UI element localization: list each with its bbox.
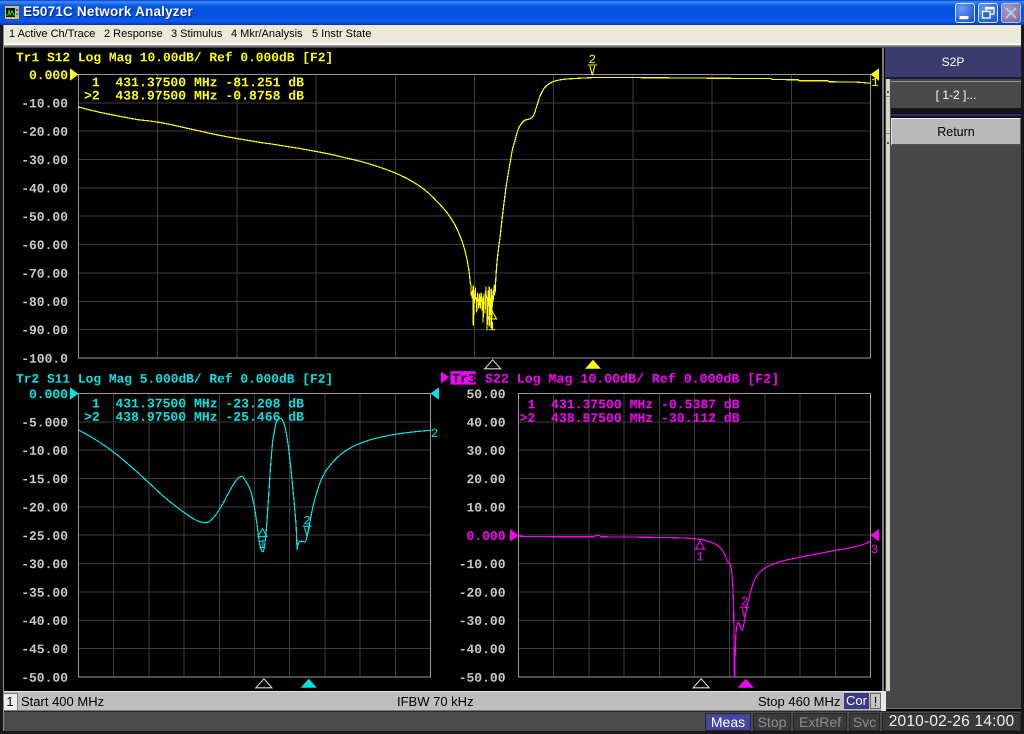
svg-text:2: 2: [431, 427, 439, 441]
svg-text:-45.00: -45.00: [21, 642, 68, 657]
svg-text:-20.00: -20.00: [21, 500, 68, 515]
svg-text:-50.00: -50.00: [21, 210, 68, 225]
svg-text:-25.00: -25.00: [21, 529, 68, 544]
svg-text:20.00: 20.00: [466, 472, 505, 487]
svg-text:-40.00: -40.00: [459, 642, 506, 657]
svg-text:-70.00: -70.00: [21, 267, 68, 282]
svg-text:50.00: 50.00: [466, 387, 505, 402]
svg-text:-20.00: -20.00: [459, 586, 506, 601]
svg-text:1: 1: [871, 76, 879, 90]
svg-text:1: 1: [696, 550, 704, 564]
svg-text:-5.000: -5.000: [21, 415, 68, 430]
svg-text:>2 438.97500 MHz -30.112 dB: >2 438.97500 MHz -30.112 dB: [520, 411, 740, 426]
svg-text:-50.00: -50.00: [21, 671, 68, 686]
svg-text:-40.00: -40.00: [21, 614, 68, 629]
svg-text:>2 438.97500 MHz -0.8758 dB: >2 438.97500 MHz -0.8758 dB: [84, 89, 304, 104]
svg-text:-30.00: -30.00: [21, 153, 68, 168]
svg-text:2: 2: [303, 514, 311, 528]
svg-text:-30.00: -30.00: [459, 614, 506, 629]
svg-text:0.000: 0.000: [466, 529, 505, 544]
svg-text:-10.00: -10.00: [459, 557, 506, 572]
svg-text:-100.0: -100.0: [21, 352, 68, 367]
svg-text:S22 Log Mag 10.00dB/ Ref 0.000: S22 Log Mag 10.00dB/ Ref 0.000dB [F2]: [477, 372, 779, 387]
svg-text:1: 1: [488, 320, 496, 334]
svg-text:-90.00: -90.00: [21, 323, 68, 338]
svg-text:-10.00: -10.00: [21, 96, 68, 111]
svg-text:0.000: 0.000: [29, 68, 68, 83]
svg-text:-15.00: -15.00: [21, 472, 68, 487]
svg-text:-10.00: -10.00: [21, 444, 68, 459]
svg-text:-50.00: -50.00: [459, 671, 506, 686]
svg-text:-35.00: -35.00: [21, 586, 68, 601]
svg-text:Tr3: Tr3: [452, 372, 476, 387]
svg-text:2: 2: [589, 53, 597, 67]
svg-text:10.00: 10.00: [466, 500, 505, 515]
svg-text:-30.00: -30.00: [21, 557, 68, 572]
svg-text:Tr2 S11 Log Mag 5.000dB/ Ref 0: Tr2 S11 Log Mag 5.000dB/ Ref 0.000dB [F2…: [16, 372, 333, 387]
svg-text:2: 2: [741, 595, 749, 609]
svg-text:1: 1: [259, 538, 267, 552]
svg-text:30.00: 30.00: [466, 444, 505, 459]
svg-text:Tr1 S12 Log Mag 10.00dB/ Ref 0: Tr1 S12 Log Mag 10.00dB/ Ref 0.000dB [F2…: [16, 50, 333, 65]
svg-text:40.00: 40.00: [466, 415, 505, 430]
svg-text:-80.00: -80.00: [21, 295, 68, 310]
svg-text:-20.00: -20.00: [21, 125, 68, 140]
svg-text:-40.00: -40.00: [21, 181, 68, 196]
svg-text:>2 438.97500 MHz -25.466 dB: >2 438.97500 MHz -25.466 dB: [84, 410, 304, 425]
svg-text:-60.00: -60.00: [21, 238, 68, 253]
svg-text:0.000: 0.000: [29, 387, 68, 402]
svg-text:3: 3: [871, 543, 879, 557]
